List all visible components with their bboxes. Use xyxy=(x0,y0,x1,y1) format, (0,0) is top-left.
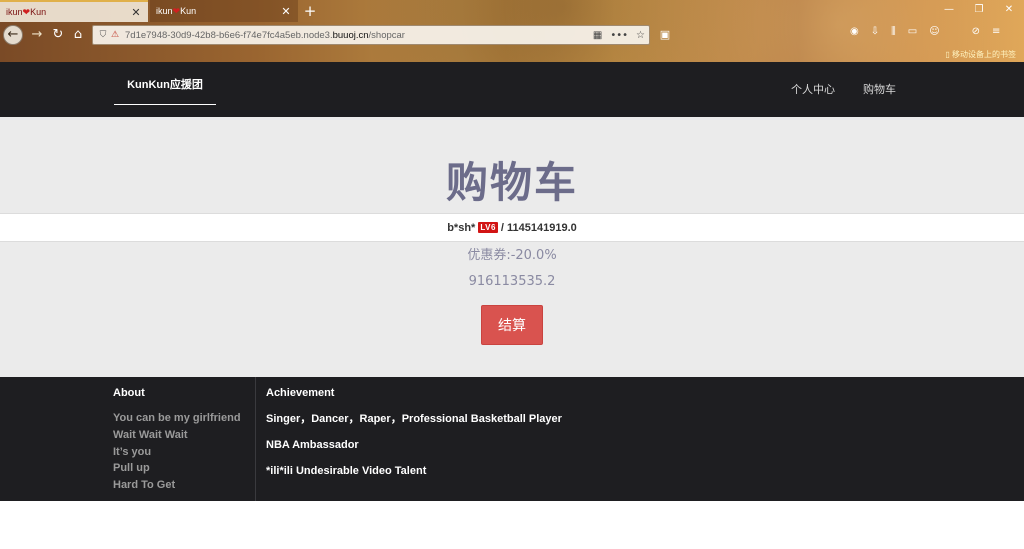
nav-cart-link[interactable]: 购物车 xyxy=(863,62,896,117)
url-text[interactable]: 7d1e7948-30d9-42b8-b6e6-f74e7fc4a5eb.nod… xyxy=(121,30,593,41)
total-price: 916113535.2 xyxy=(468,274,556,289)
coupon-text: 优惠券:-20.0% xyxy=(467,248,557,263)
achievement-list: Singer，Dancer，Raper，Professional Basketb… xyxy=(266,412,562,490)
about-list: You can be my girlfriend Wait Wait Wait … xyxy=(113,410,241,494)
close-icon[interactable]: ✕ xyxy=(130,6,142,19)
about-link[interactable]: Wait Wait Wait xyxy=(113,427,241,444)
address-bar[interactable]: ⛉ ⚠ 7d1e7948-30d9-42b8-b6e6-f74e7fc4a5eb… xyxy=(92,25,650,45)
shield-icon[interactable]: ⛉ xyxy=(97,30,109,40)
item-separator: / xyxy=(500,221,504,234)
achievement-item: NBA Ambassador xyxy=(266,439,359,451)
reload-icon[interactable]: ↻ xyxy=(48,25,68,45)
page-title: 购物车 xyxy=(445,158,578,207)
window-close-icon[interactable]: ✕ xyxy=(994,0,1024,20)
cart-item-row: b*sh* LV6 / 1145141919.0 xyxy=(0,213,1024,242)
reader-icon[interactable]: ▣ xyxy=(655,25,675,45)
menu-icon[interactable]: ≡ xyxy=(992,26,1000,37)
extension-toolbar: ◉ ⇩ ⫼ ▭ ☺ ⊘ ≡ xyxy=(850,26,1000,37)
tab-title: ikun❤Kun xyxy=(156,5,197,16)
new-tab-button[interactable]: + xyxy=(300,1,320,21)
brand-underline xyxy=(114,104,216,105)
achievement-item: Singer，Dancer，Raper，Professional Basketb… xyxy=(266,413,562,425)
brand-link[interactable]: KunKun应援团 xyxy=(114,62,216,106)
level-badge: LV6 xyxy=(478,222,498,233)
heart-icon: ❤ xyxy=(22,6,31,17)
achievement-heading: Achievement xyxy=(266,387,335,399)
heart-icon: ❤ xyxy=(172,5,181,16)
home-icon[interactable]: ⌂ xyxy=(68,25,88,45)
browser-tab-inactive[interactable]: ikun❤Kun ✕ xyxy=(150,0,298,22)
more-icon[interactable]: ••• xyxy=(610,30,628,41)
site-navbar: KunKun应援团 个人中心 购物车 xyxy=(0,62,1024,117)
item-name: b*sh* xyxy=(447,221,476,234)
site-footer: About You can be my girlfriend Wait Wait… xyxy=(0,377,1024,501)
nav-profile-link[interactable]: 个人中心 xyxy=(791,62,835,117)
about-heading: About xyxy=(113,387,145,399)
window-controls: — ❐ ✕ xyxy=(934,0,1024,20)
about-link[interactable]: Hard To Get xyxy=(113,477,241,494)
browser-tab-active[interactable]: ikun❤Kun ✕ xyxy=(0,0,148,22)
bookmark-star-icon[interactable]: ☆ xyxy=(636,30,645,41)
folder-icon: ▯ xyxy=(945,50,950,59)
browser-chrome: ikun❤Kun ✕ ikun❤Kun ✕ + — ❐ ✕ ← → ↻ ⌂ ⛉ … xyxy=(0,0,1024,62)
qr-code-icon[interactable]: ▦ xyxy=(593,30,602,41)
mobile-bookmarks[interactable]: ▯ 移动设备上的书签 xyxy=(945,49,1016,60)
back-icon[interactable]: ← xyxy=(3,25,23,45)
blocker-icon[interactable]: ⊘ xyxy=(972,26,980,37)
address-bar-tools: ▦ ••• ☆ xyxy=(593,30,645,41)
tab-strip: ikun❤Kun ✕ ikun❤Kun ✕ + — ❐ ✕ xyxy=(0,0,1024,22)
minimize-icon[interactable]: — xyxy=(934,0,964,20)
sidebar-icon[interactable]: ▭ xyxy=(908,26,917,37)
about-link[interactable]: Pull up xyxy=(113,460,241,477)
about-link[interactable]: It’s you xyxy=(113,444,241,461)
item-price: 1145141919.0 xyxy=(507,221,577,234)
extension-icon[interactable]: ◉ xyxy=(850,26,859,37)
account-icon[interactable]: ☺ xyxy=(929,26,939,37)
checkout-button[interactable]: 结算 xyxy=(481,305,543,345)
close-icon[interactable]: ✕ xyxy=(280,5,292,18)
restore-icon[interactable]: ❐ xyxy=(964,0,994,20)
forward-icon[interactable]: → xyxy=(27,25,47,45)
about-link[interactable]: You can be my girlfriend xyxy=(113,410,241,427)
library-icon[interactable]: ⫼ xyxy=(891,26,896,37)
footer-divider xyxy=(255,377,256,501)
tab-title: ikun❤Kun xyxy=(6,6,47,17)
insecure-lock-icon[interactable]: ⚠ xyxy=(109,30,121,40)
achievement-item: *ili*ili Undesirable Video Talent xyxy=(266,465,427,477)
cart-section: 购物车 b*sh* LV6 / 1145141919.0 优惠券:-20.0% … xyxy=(0,117,1024,377)
download-icon[interactable]: ⇩ xyxy=(871,26,879,37)
